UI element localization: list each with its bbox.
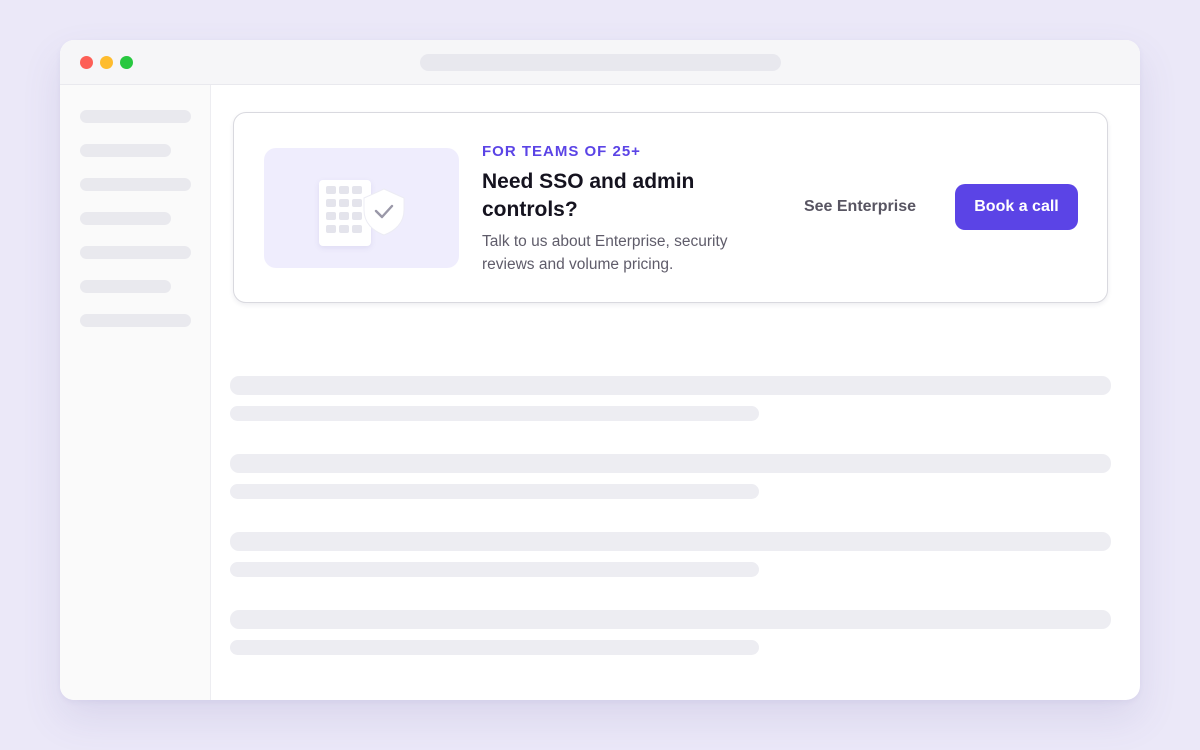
main-content: FOR TEAMS OF 25+ Need SSO and admin cont…	[211, 85, 1140, 700]
minimize-window-button[interactable]	[100, 56, 113, 69]
banner-description: Talk to us about Enterprise, security re…	[482, 233, 728, 273]
sidebar-item-placeholder[interactable]	[80, 144, 171, 157]
title-bar	[60, 40, 1140, 85]
content-placeholder-line	[230, 640, 759, 655]
banner-illustration	[264, 148, 459, 268]
content-placeholder-line	[230, 454, 1111, 473]
content-placeholder-line	[230, 532, 1111, 551]
address-bar[interactable]	[420, 54, 781, 71]
close-window-button[interactable]	[80, 56, 93, 69]
content-placeholder-line	[230, 376, 1111, 395]
sidebar-item-placeholder[interactable]	[80, 280, 171, 293]
content-placeholder-line	[230, 406, 759, 421]
sidebar	[60, 85, 211, 700]
banner-headline: Need SSO and admin controls?	[482, 170, 695, 221]
shield-check-icon	[363, 188, 405, 236]
content-placeholder-line	[230, 562, 759, 577]
see-enterprise-button[interactable]: See Enterprise	[792, 184, 928, 230]
sidebar-item-placeholder[interactable]	[80, 212, 171, 225]
content-placeholder-line	[230, 610, 1111, 629]
browser-window: FOR TEAMS OF 25+ Need SSO and admin cont…	[60, 40, 1140, 700]
banner-eyebrow: FOR TEAMS OF 25+	[482, 143, 641, 160]
book-a-call-button[interactable]: Book a call	[955, 184, 1078, 230]
sidebar-item-placeholder[interactable]	[80, 178, 191, 191]
enterprise-banner: FOR TEAMS OF 25+ Need SSO and admin cont…	[233, 112, 1108, 303]
sidebar-item-placeholder[interactable]	[80, 246, 191, 259]
sidebar-item-placeholder[interactable]	[80, 314, 191, 327]
sidebar-item-placeholder[interactable]	[80, 110, 191, 123]
content-placeholder-line	[230, 484, 759, 499]
zoom-window-button[interactable]	[120, 56, 133, 69]
